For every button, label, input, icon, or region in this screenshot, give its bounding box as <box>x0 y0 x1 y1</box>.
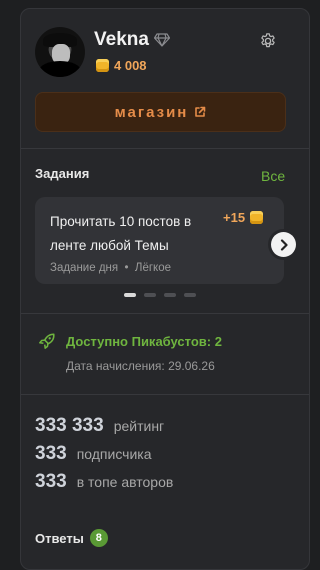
avatar-coat <box>39 61 81 77</box>
task-reward-value: +15 <box>223 210 246 225</box>
username[interactable]: Vekna <box>94 29 149 51</box>
stat-top-authors[interactable]: 333 в топе авторов <box>35 471 173 493</box>
divider <box>21 394 309 395</box>
stat-label: подписчика <box>76 446 152 462</box>
task-card[interactable]: Прочитать 10 постов в ленте любой Темы +… <box>35 197 284 284</box>
pagination-dot[interactable] <box>124 293 136 297</box>
profile-sidebar: Vekna 4 008 магазин Задания Все Прочитат… <box>20 8 310 570</box>
shop-button[interactable]: магазин <box>35 92 286 132</box>
tasks-title: Задания <box>35 166 90 181</box>
answers-section[interactable]: Ответы 8 <box>35 529 108 547</box>
boost-date: Дата начисления: 29.06.26 <box>66 359 215 373</box>
divider <box>21 313 309 314</box>
pagination-dot[interactable] <box>184 293 196 297</box>
stat-subscribers[interactable]: 333 подписчика <box>35 443 152 465</box>
stat-value: 333 <box>35 471 67 492</box>
stat-label: рейтинг <box>113 418 165 434</box>
stat-label: в топе авторов <box>76 474 174 490</box>
task-reward: +15 <box>223 210 264 225</box>
task-text: Прочитать 10 постов в ленте любой Темы <box>50 214 192 253</box>
coin-icon <box>96 59 109 72</box>
coins-value: 4 008 <box>114 58 147 73</box>
rocket-icon <box>39 333 55 349</box>
divider <box>21 148 309 149</box>
answers-title: Ответы <box>35 530 84 546</box>
pagination-dot[interactable] <box>164 293 176 297</box>
answers-count-badge: 8 <box>89 529 108 547</box>
task-pagination <box>124 293 196 297</box>
coins-balance: 4 008 <box>96 58 147 73</box>
diamond-icon <box>154 33 170 47</box>
gear-icon[interactable] <box>259 32 277 50</box>
stat-value: 333 333 <box>35 415 104 436</box>
avatar[interactable] <box>35 27 85 77</box>
coin-icon <box>250 211 264 224</box>
next-task-button[interactable] <box>271 232 296 257</box>
shop-label: магазин <box>114 103 189 121</box>
chevron-right-icon <box>280 238 288 251</box>
external-link-icon <box>195 106 206 117</box>
pagination-dot[interactable] <box>144 293 156 297</box>
stat-rating: 333 333 рейтинг <box>35 415 164 437</box>
task-meta: Задание дня • Лёгкое <box>50 262 171 274</box>
tasks-all-link[interactable]: Все <box>261 168 285 184</box>
boost-title[interactable]: Доступно Пикабустов: 2 <box>66 334 222 349</box>
stat-value: 333 <box>35 443 67 464</box>
